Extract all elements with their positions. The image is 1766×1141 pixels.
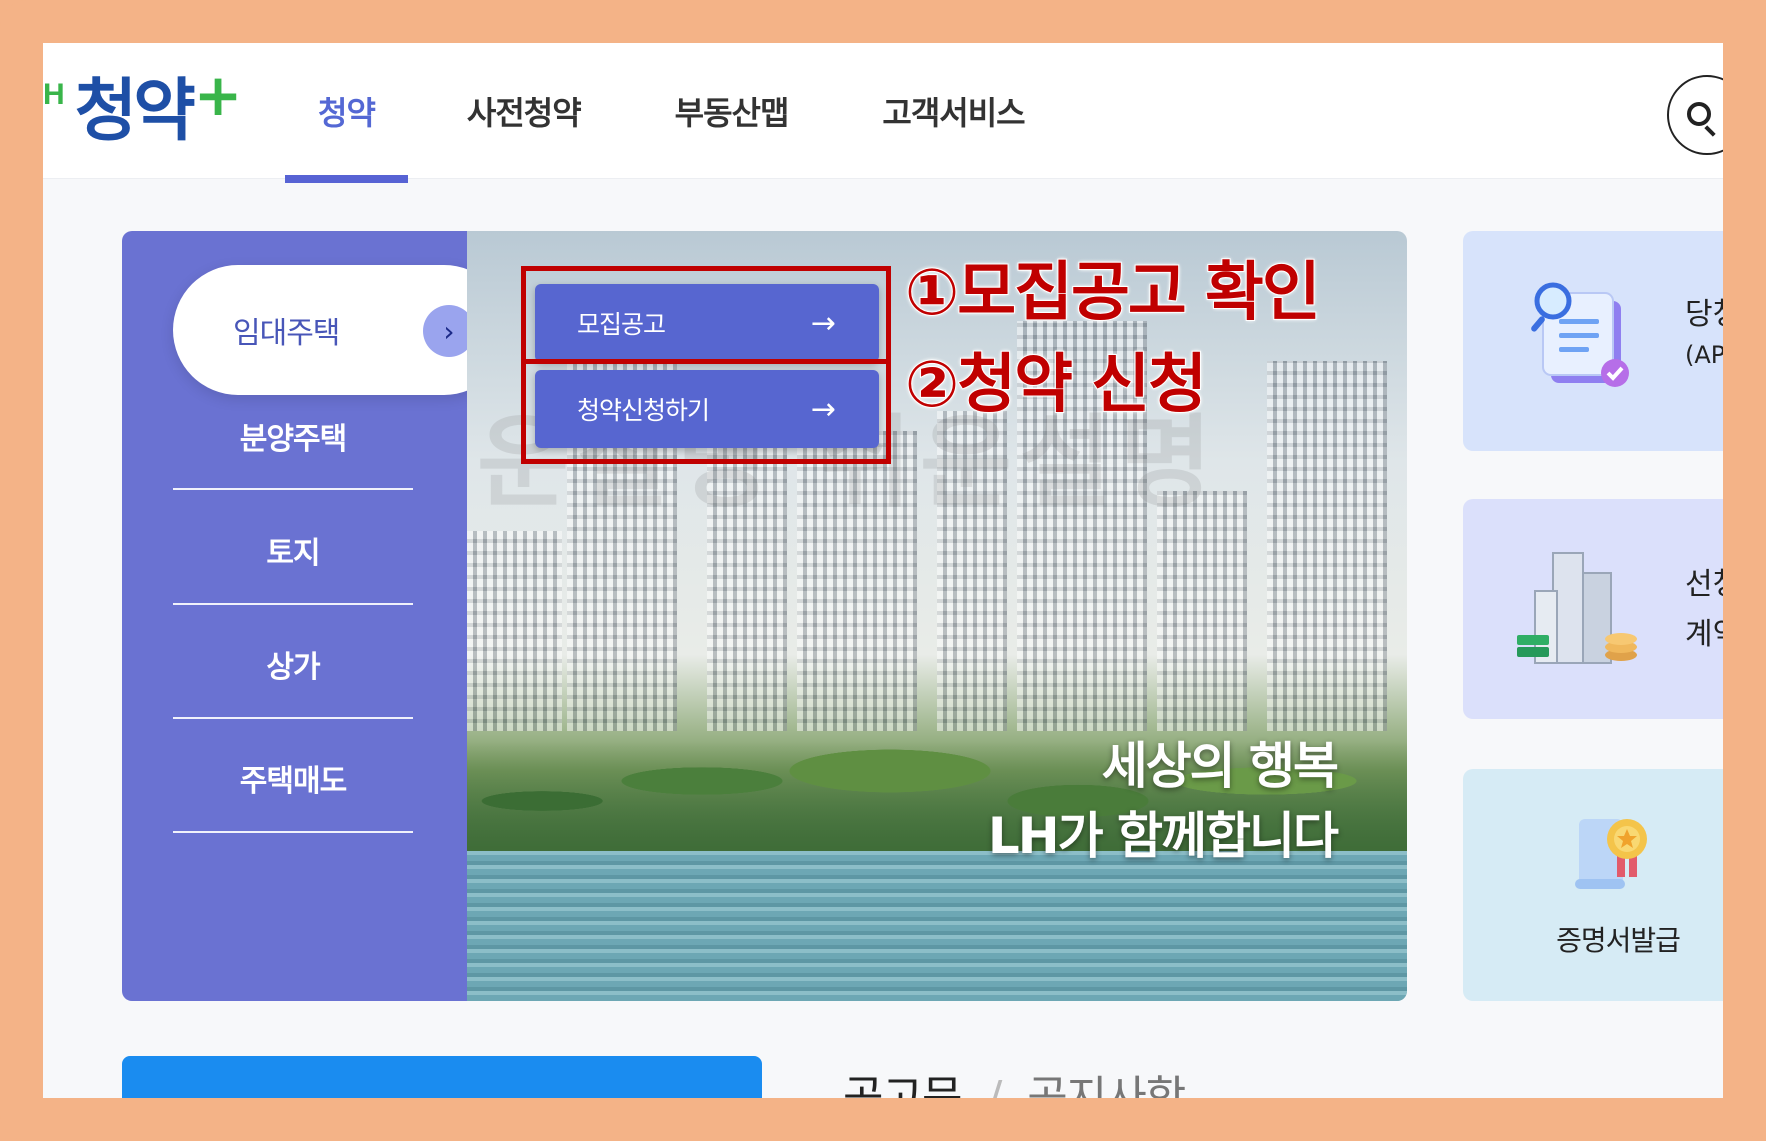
card-subtitle: 계약 <box>1685 617 1723 652</box>
main-nav: 청약 사전청약 부동산맵 고객서비스 <box>285 43 1058 183</box>
tab-announcement[interactable]: 공고문 <box>843 1072 962 1098</box>
site-header: H 청약 + 청약 사전청약 부동산맵 고객서비스 <box>43 43 1723 183</box>
nav-item-pre-subscription[interactable]: 사전청약 <box>434 43 614 179</box>
menu-item-label: 임대주택 <box>233 316 340 351</box>
building-money-icon <box>1517 552 1637 664</box>
document-search-icon <box>1531 282 1629 387</box>
tab-separator: / <box>987 1072 1002 1098</box>
logo-plus-icon: + <box>193 61 243 129</box>
search-icon <box>1687 102 1711 126</box>
hero-tagline: 세상의 행복 LH가 함께합니다 <box>987 731 1339 871</box>
menu-divider <box>173 831 413 833</box>
lake-water-image <box>467 851 1407 1001</box>
menu-divider <box>173 488 413 490</box>
card-contract[interactable]: 선청 계약 <box>1463 499 1723 719</box>
menu-item-rental-housing[interactable]: 임대주택 › <box>173 265 509 395</box>
card-winner-check[interactable]: 당청 (AP <box>1463 231 1723 451</box>
menu-item-house-sale[interactable]: 주택매도 <box>173 723 413 833</box>
tab-notice[interactable]: 공지사항 <box>1027 1072 1186 1098</box>
annotation-step-1: ①모집공고 확인 <box>904 255 1322 331</box>
card-title: 증명서발급 <box>1556 924 1681 957</box>
housing-type-menu: 임대주택 › 분양주택 토지 상가 주택매도 <box>122 231 509 1001</box>
search-icon-handle <box>1704 125 1716 137</box>
menu-item-sale-housing[interactable]: 분양주택 <box>173 381 413 491</box>
nav-item-subscription[interactable]: 청약 <box>285 43 408 183</box>
annotation-highlight-divider <box>521 359 891 364</box>
lh-logo[interactable]: H 청약 + <box>43 59 243 151</box>
menu-item-commercial[interactable]: 상가 <box>173 609 413 719</box>
bottom-blue-panel <box>122 1056 762 1098</box>
tagline-line-1: 세상의 행복 <box>1101 737 1339 795</box>
tagline-line-2: LH가 함께합니다 <box>987 807 1339 865</box>
search-button[interactable] <box>1667 75 1723 155</box>
card-subtitle: (AP <box>1685 341 1723 369</box>
certificate-icon <box>1575 819 1647 889</box>
annotation-highlight-box <box>521 266 891 464</box>
card-title: 당청 <box>1685 297 1723 332</box>
card-title: 선청 <box>1685 567 1723 602</box>
menu-divider <box>173 603 413 605</box>
logo-prefix: H <box>43 78 65 111</box>
notice-tabs: 공고문 / 공지사항 <box>843 1061 1186 1098</box>
nav-item-real-estate-map[interactable]: 부동산맵 <box>642 43 822 179</box>
menu-divider <box>173 717 413 719</box>
annotation-step-2: ②청약 신청 <box>904 347 1208 423</box>
logo-text: 청약 <box>74 71 196 151</box>
nav-item-customer-service[interactable]: 고객서비스 <box>849 43 1057 179</box>
browser-viewport: H 청약 + 청약 사전청약 부동산맵 고객서비스 임대주택 › 분양주택 토지… <box>43 43 1723 1098</box>
card-certificate-issuance[interactable]: 증명서발급 <box>1463 769 1723 1001</box>
menu-item-land[interactable]: 토지 <box>173 495 413 605</box>
